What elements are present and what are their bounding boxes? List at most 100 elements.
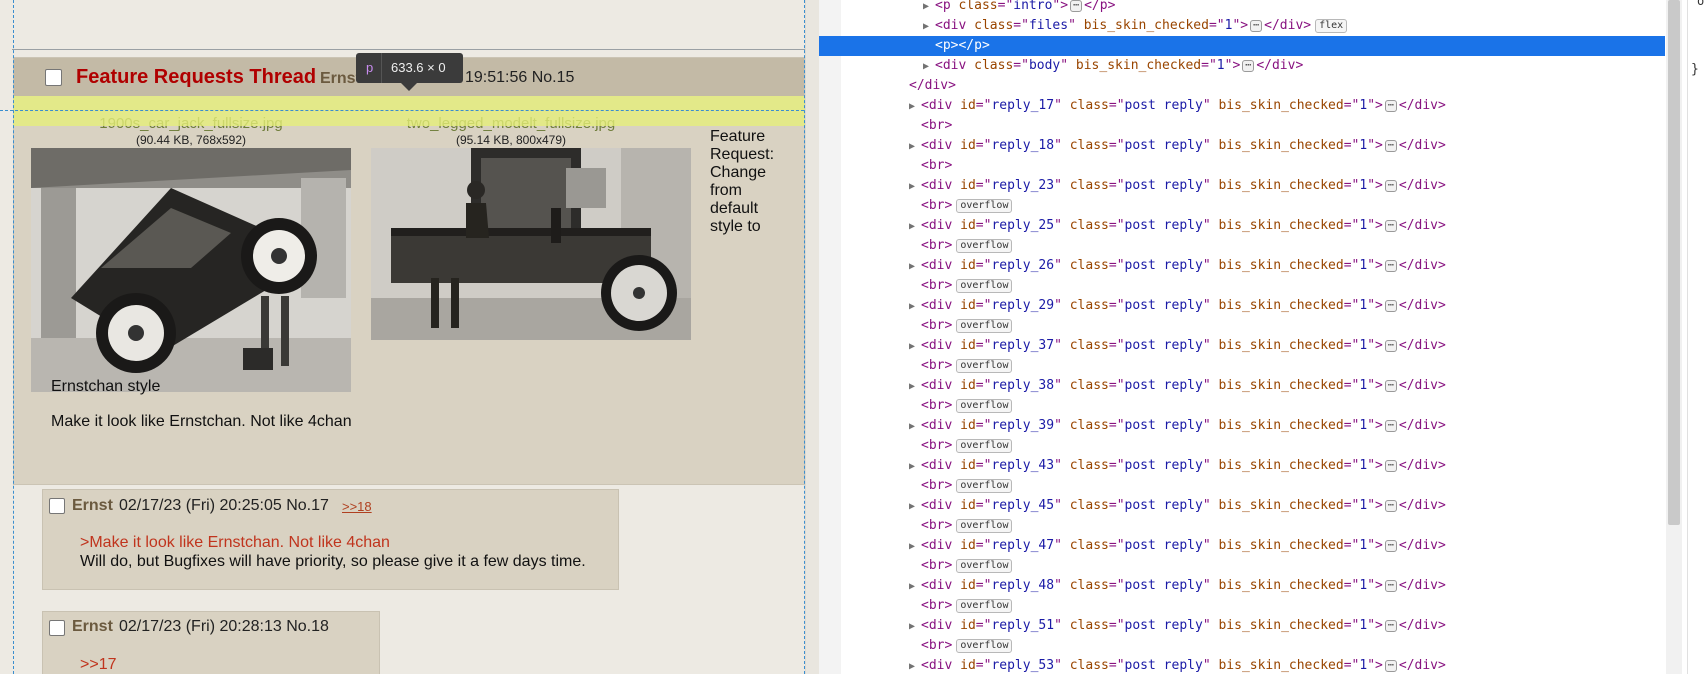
expand-triangle-icon[interactable]: ▶	[909, 177, 921, 197]
dom-node-br[interactable]: <br> overflow	[921, 516, 1013, 536]
styles-rule-brace: }	[1691, 62, 1699, 77]
overflow-badge[interactable]: overflow	[956, 478, 1013, 493]
op-select-checkbox[interactable]	[45, 69, 62, 86]
overflow-badge[interactable]: overflow	[956, 638, 1013, 653]
expand-triangle-icon[interactable]: ▶	[909, 537, 921, 557]
dom-node-br[interactable]: <br> overflow	[921, 556, 1013, 576]
dom-node-br[interactable]: <br> overflow	[921, 356, 1013, 376]
expand-triangle-icon[interactable]: ▶	[909, 97, 921, 117]
dom-node-reply_37[interactable]: ▶ <div id="reply_37" class="post reply" b…	[909, 336, 1446, 356]
dom-node-br[interactable]: <br> overflow	[921, 236, 1013, 256]
dom-node-reply_51[interactable]: ▶ <div id="reply_51" class="post reply" b…	[909, 616, 1446, 636]
collapsed-content-ellipsis[interactable]: ⋯	[1384, 179, 1397, 192]
dom-node-reply_47[interactable]: ▶ <div id="reply_47" class="post reply" b…	[909, 536, 1446, 556]
overflow-badge[interactable]: overflow	[956, 598, 1013, 613]
overflow-badge[interactable]: overflow	[956, 238, 1013, 253]
reply-18-quote-link[interactable]: >>17	[80, 656, 116, 674]
dom-node-div-files[interactable]: ▶ <div class="files" bis_skin_checked="1"…	[923, 16, 1348, 37]
reply-18-select-checkbox[interactable]	[49, 620, 65, 636]
dom-node-p-selected[interactable]: <p></p>	[819, 36, 1665, 56]
car-jack-photo[interactable]	[31, 148, 351, 392]
dom-node-br[interactable]: <br> overflow	[921, 196, 1013, 216]
dom-tree-scrollbar-thumb[interactable]	[1668, 0, 1680, 525]
expand-triangle-icon[interactable]: ▶	[909, 497, 921, 517]
expand-triangle-icon[interactable]: ▶	[909, 257, 921, 277]
op-body-line-1: Ernstchan style	[51, 378, 161, 395]
collapsed-content-ellipsis[interactable]: ⋯	[1384, 419, 1397, 432]
expand-triangle-icon[interactable]: ▶	[923, 0, 935, 17]
dom-node-br[interactable]: <br>	[921, 156, 952, 176]
collapsed-content-ellipsis[interactable]: ⋯	[1384, 139, 1397, 152]
collapsed-content-ellipsis[interactable]: ⋯	[1384, 499, 1397, 512]
dom-node-close-div[interactable]: </div>	[909, 76, 956, 96]
collapsed-content-ellipsis[interactable]: ⋯	[1384, 459, 1397, 472]
overflow-badge[interactable]: overflow	[956, 558, 1013, 573]
expand-triangle-icon[interactable]: ▶	[909, 297, 921, 317]
dom-node-reply_26[interactable]: ▶ <div id="reply_26" class="post reply" b…	[909, 256, 1446, 276]
dom-node-reply_23[interactable]: ▶ <div id="reply_23" class="post reply" b…	[909, 176, 1446, 196]
dom-node-reply_38[interactable]: ▶ <div id="reply_38" class="post reply" b…	[909, 376, 1446, 396]
overflow-badge[interactable]: overflow	[956, 438, 1013, 453]
expand-triangle-icon[interactable]: ▶	[909, 137, 921, 157]
inspected-element-highlight	[13, 96, 805, 126]
dom-node-br[interactable]: <br> overflow	[921, 276, 1013, 296]
collapsed-content-ellipsis[interactable]: ⋯	[1384, 579, 1397, 592]
dom-node-reply_39[interactable]: ▶ <div id="reply_39" class="post reply" b…	[909, 416, 1446, 436]
expand-triangle-icon[interactable]: ▶	[923, 17, 935, 37]
expand-triangle-icon[interactable]: ▶	[909, 417, 921, 437]
dom-node-br[interactable]: <br> overflow	[921, 396, 1013, 416]
dom-node-reply_18[interactable]: ▶ <div id="reply_18" class="post reply" b…	[909, 136, 1446, 156]
expand-triangle-icon[interactable]: ▶	[909, 337, 921, 357]
tooltip-size: 633.6 × 0	[391, 60, 446, 75]
dom-node-reply_53[interactable]: ▶ <div id="reply_53" class="post reply" b…	[909, 656, 1446, 674]
expand-triangle-icon[interactable]: ▶	[909, 657, 921, 674]
reply-17-select-checkbox[interactable]	[49, 498, 65, 514]
flex-badge[interactable]: flex	[1315, 18, 1348, 33]
overflow-badge[interactable]: overflow	[956, 198, 1013, 213]
collapsed-content-ellipsis[interactable]: ⋯	[1384, 99, 1397, 112]
reply-17-greentext-quote: >Make it look like Ernstchan. Not like 4…	[80, 534, 390, 551]
dom-node-reply_48[interactable]: ▶ <div id="reply_48" class="post reply" b…	[909, 576, 1446, 596]
dom-node-br[interactable]: <br> overflow	[921, 436, 1013, 456]
dom-node-div-body[interactable]: ▶ <div class="body" bis_skin_checked="1">…	[923, 56, 1303, 76]
tooltip-arrow	[401, 83, 417, 91]
collapsed-content-ellipsis[interactable]: ⋯	[1384, 619, 1397, 632]
dom-node-br[interactable]: <br> overflow	[921, 316, 1013, 336]
collapsed-content-ellipsis[interactable]: ⋯	[1384, 219, 1397, 232]
dom-node-br[interactable]: <br> overflow	[921, 476, 1013, 496]
model-t-truck-photo[interactable]	[371, 148, 691, 340]
dom-node-p-intro[interactable]: ▶ <p class="intro"> ⋯ </p>	[923, 0, 1115, 16]
styles-corner-glyph: o	[1697, 0, 1705, 8]
dom-node-reply_17[interactable]: ▶ <div id="reply_17" class="post reply" b…	[909, 96, 1446, 116]
dom-node-reply_29[interactable]: ▶ <div id="reply_29" class="post reply" b…	[909, 296, 1446, 316]
collapsed-content-ellipsis[interactable]: ⋯	[1384, 659, 1397, 672]
dom-node-reply_45[interactable]: ▶ <div id="reply_45" class="post reply" b…	[909, 496, 1446, 516]
devtools-elements-panel: ▶ <p class="intro"> ⋯ </p> ▶ <div class="file…	[819, 0, 1706, 674]
overflow-badge[interactable]: overflow	[956, 398, 1013, 413]
collapsed-content-ellipsis[interactable]: ⋯	[1242, 59, 1255, 72]
collapsed-content-ellipsis[interactable]: ⋯	[1070, 0, 1083, 12]
expand-triangle-icon[interactable]: ▶	[909, 617, 921, 637]
dom-node-br[interactable]: <br> overflow	[921, 636, 1013, 656]
expand-triangle-icon[interactable]: ▶	[909, 377, 921, 397]
devtools-gutter	[819, 0, 841, 674]
dom-node-reply_25[interactable]: ▶ <div id="reply_25" class="post reply" b…	[909, 216, 1446, 236]
collapsed-content-ellipsis[interactable]: ⋯	[1384, 299, 1397, 312]
reply-17-backlink[interactable]: >>18	[342, 499, 372, 514]
overflow-badge[interactable]: overflow	[956, 358, 1013, 373]
expand-triangle-icon[interactable]: ▶	[923, 57, 935, 77]
dom-node-br[interactable]: <br> overflow	[921, 596, 1013, 616]
collapsed-content-ellipsis[interactable]: ⋯	[1384, 259, 1397, 272]
expand-triangle-icon[interactable]: ▶	[909, 217, 921, 237]
collapsed-content-ellipsis[interactable]: ⋯	[1384, 539, 1397, 552]
collapsed-content-ellipsis[interactable]: ⋯	[1250, 19, 1263, 32]
overflow-badge[interactable]: overflow	[956, 518, 1013, 533]
dom-node-br[interactable]: <br>	[921, 116, 952, 136]
expand-triangle-icon[interactable]: ▶	[909, 577, 921, 597]
overflow-badge[interactable]: overflow	[956, 318, 1013, 333]
collapsed-content-ellipsis[interactable]: ⋯	[1384, 339, 1397, 352]
dom-node-reply_43[interactable]: ▶ <div id="reply_43" class="post reply" b…	[909, 456, 1446, 476]
expand-triangle-icon[interactable]: ▶	[909, 457, 921, 477]
collapsed-content-ellipsis[interactable]: ⋯	[1384, 379, 1397, 392]
overflow-badge[interactable]: overflow	[956, 278, 1013, 293]
